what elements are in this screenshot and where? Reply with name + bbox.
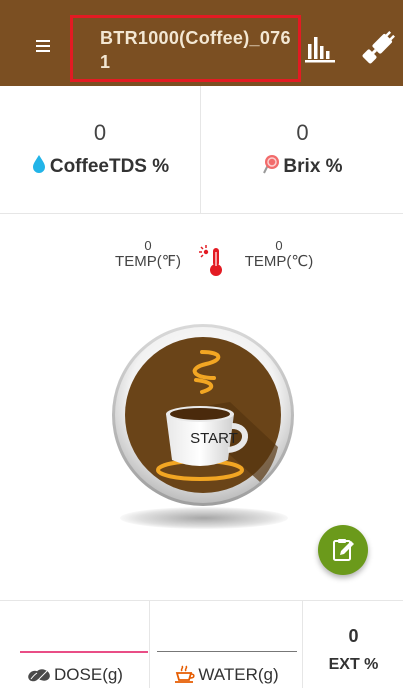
thermometer-icon	[199, 245, 222, 276]
brix-value: 0	[296, 120, 309, 145]
metrics-panel: 0 CoffeeTDS % 0 Brix %	[0, 86, 403, 214]
temp-c-value: 0	[275, 238, 283, 253]
temp-f-label: TEMP(℉)	[115, 253, 181, 270]
temp-fahrenheit: 0 TEMP(℉)	[103, 238, 193, 271]
coffee-tds-value: 0	[93, 120, 107, 145]
chart-button[interactable]	[302, 31, 340, 67]
device-title[interactable]: BTR1000(Coffee)_0761	[100, 26, 300, 74]
edit-note-button[interactable]	[318, 525, 368, 575]
ext-metric: 0 EXT %	[304, 601, 403, 688]
water-label: WATER(g)	[198, 665, 279, 684]
start-button-shadow	[120, 507, 288, 529]
start-button[interactable]: START	[110, 322, 296, 508]
device-title-highlight: BTR1000(Coffee)_0761	[70, 15, 301, 82]
dose-label: DOSE(g)	[54, 665, 123, 684]
coffee-tds-metric: 0 CoffeeTDS %	[0, 86, 201, 214]
water-input-underline	[157, 651, 297, 652]
temp-celsius: 0 TEMP(℃)	[234, 238, 324, 271]
ext-value: 0	[348, 626, 359, 646]
app-header: BTR1000(Coffee)_0761	[0, 0, 403, 86]
bar-chart-icon	[305, 37, 335, 63]
start-label: START	[190, 430, 238, 447]
dose-input[interactable]: DOSE(g)	[0, 601, 150, 688]
edit-note-icon	[333, 539, 354, 561]
cup-icon	[175, 665, 195, 683]
temperature-panel: 0 TEMP(℉) 0 TEMP(℃)	[0, 214, 403, 294]
water-drop-icon	[32, 155, 45, 173]
dose-input-underline	[20, 651, 148, 653]
coffee-cup-icon	[112, 324, 294, 506]
temp-c-label: TEMP(℃)	[244, 253, 314, 270]
ext-label: EXT %	[328, 656, 379, 673]
lollipop-icon	[263, 155, 280, 174]
coffee-beans-icon	[28, 669, 50, 682]
bottom-panel: DOSE(g) WATER(g) 0 EXT %	[0, 600, 403, 688]
water-input[interactable]: WATER(g)	[151, 601, 303, 688]
brix-metric: 0 Brix %	[202, 86, 403, 214]
connect-button[interactable]	[360, 28, 396, 68]
brix-label: Brix %	[283, 156, 343, 177]
plug-connect-icon	[362, 31, 395, 64]
menu-button[interactable]	[28, 34, 56, 58]
hamburger-menu-icon	[36, 40, 50, 42]
temp-f-value: 0	[144, 238, 152, 253]
coffee-tds-label: CoffeeTDS %	[49, 156, 170, 177]
